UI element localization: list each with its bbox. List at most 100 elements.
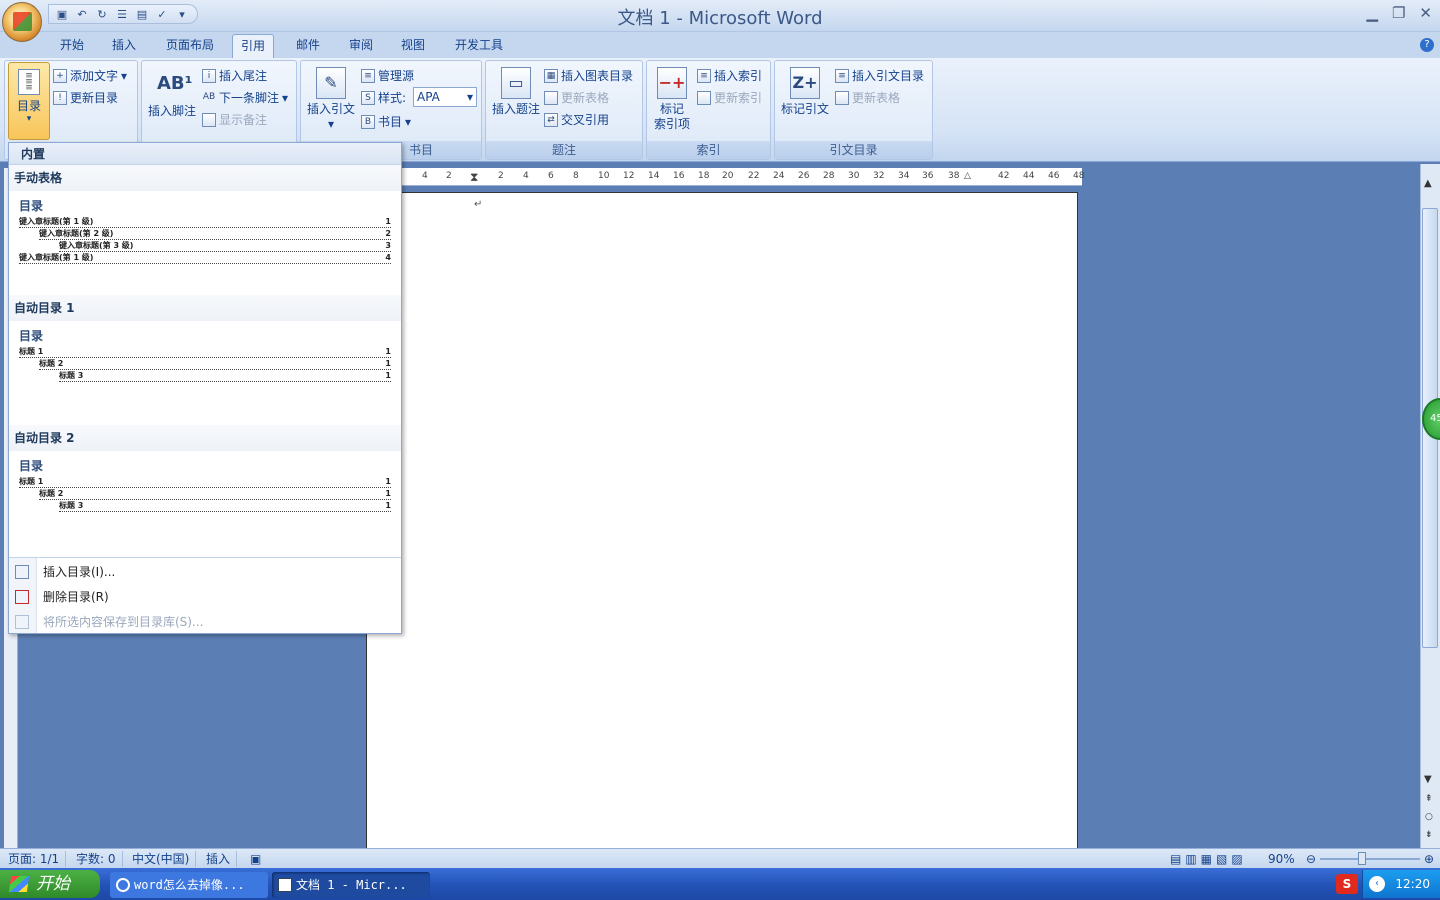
update-toa-button[interactable]: 更新表格 <box>835 89 900 106</box>
windows-logo-icon <box>8 876 30 892</box>
add-text-button[interactable]: + 添加文字 ▾ <box>53 67 127 84</box>
chevron-down-icon: ▾ <box>466 90 473 104</box>
tab-view[interactable]: 视图 <box>393 34 433 58</box>
insert-endnote-button[interactable]: i 插入尾注 <box>202 67 267 84</box>
right-indent-marker-icon[interactable]: △ <box>964 171 971 181</box>
restore-icon[interactable]: ❐ <box>1392 4 1405 22</box>
browser-icon <box>116 878 130 892</box>
close-icon[interactable]: ✕ <box>1419 4 1432 22</box>
office-button[interactable] <box>2 2 42 42</box>
bibliography-icon: B <box>361 114 375 129</box>
cross-reference-icon: ⇄ <box>544 112 558 127</box>
manage-sources-button[interactable]: ≡ 管理源 <box>361 67 414 84</box>
input-method-icon[interactable]: S <box>1336 874 1358 894</box>
remove-toc-icon <box>15 590 29 604</box>
scroll-down-icon[interactable]: ▼ <box>1424 774 1432 785</box>
save-selection-command[interactable]: 将所选内容保存到目录库(S)... <box>43 613 203 630</box>
ruler-tick: 14 <box>648 171 660 181</box>
status-words[interactable]: 字数: 0 <box>70 851 123 867</box>
tab-review[interactable]: 审阅 <box>341 34 381 58</box>
toc-preview-line: 键入章标题(第 1 级) 1 <box>19 217 391 228</box>
insert-footnote-button[interactable]: AB¹ 插入脚注 <box>146 69 198 119</box>
ribbon-tabs: 开始 插入 页面布局 引用 邮件 审阅 视图 开发工具 ? <box>0 32 1440 58</box>
next-page-icon[interactable]: ⇟ <box>1425 830 1433 840</box>
status-language[interactable]: 中文(中国) <box>126 851 197 867</box>
style-select[interactable]: APA ▾ <box>413 87 477 107</box>
insert-toc-command[interactable]: 插入目录(I)... <box>43 563 115 580</box>
toc-preview-title: 目录 <box>19 199 44 213</box>
caption-icon: ▭ <box>501 67 531 99</box>
mark-entry-button[interactable]: −+ 标记 索引项 <box>649 67 695 132</box>
mark-entry-icon: −+ <box>657 67 687 99</box>
tab-developer[interactable]: 开发工具 <box>447 34 511 58</box>
browse-object-icon[interactable]: ○ <box>1425 812 1433 822</box>
insert-index-button[interactable]: ≡ 插入索引 <box>697 67 762 84</box>
taskbar-item-word[interactable]: 文档 1 - Micr... <box>272 872 430 898</box>
prev-page-icon[interactable]: ⇞ <box>1425 794 1433 804</box>
zoom-slider[interactable] <box>1320 858 1420 860</box>
tab-home[interactable]: 开始 <box>52 34 92 58</box>
scroll-up-icon[interactable]: ▲ <box>1424 178 1432 189</box>
zoom-out-icon[interactable]: ⊖ <box>1300 851 1322 867</box>
toc-preview-line: 标题 31 <box>59 371 391 382</box>
update-toc-button[interactable]: ! 更新目录 <box>53 89 118 106</box>
indent-marker-icon[interactable]: ⧗ <box>470 170 478 185</box>
ruler-tick: 20 <box>722 171 734 181</box>
tray-expand-icon[interactable]: ‹ <box>1369 876 1385 892</box>
add-text-icon: + <box>53 68 67 83</box>
mark-citation-button[interactable]: Z+ 标记引文 <box>777 67 833 117</box>
next-footnote-button[interactable]: AB 下一条脚注 ▾ <box>202 89 288 106</box>
remove-toc-command[interactable]: 删除目录(R) <box>43 588 109 605</box>
insert-toa-button[interactable]: ≡ 插入引文目录 <box>835 67 924 84</box>
office-logo-icon <box>13 12 32 31</box>
document-page[interactable] <box>366 192 1078 852</box>
insert-caption-button[interactable]: ▭ 插入题注 <box>490 67 542 117</box>
toc-gallery-item[interactable]: 自动目录 1 目录 标题 1 1 标题 2 1 标题 31 <box>9 295 401 425</box>
status-mode[interactable]: 插入 <box>200 851 238 867</box>
minimize-icon[interactable]: ▁ <box>1366 4 1378 22</box>
bibliography-button[interactable]: B 书目 ▾ <box>361 113 411 130</box>
taskbar-item-browser[interactable]: word怎么去掉像... <box>110 872 268 898</box>
ruler-tick: 6 <box>548 171 554 181</box>
zoom-slider-thumb[interactable] <box>1358 852 1366 865</box>
insert-table-of-figures-button[interactable]: ▦ 插入图表目录 <box>544 67 633 84</box>
update-table-button[interactable]: 更新表格 <box>544 89 609 106</box>
ruler-tick: 36 <box>922 171 934 181</box>
ruler-tick: 2 <box>498 171 504 181</box>
group-captions: ▭ 插入题注 ▦ 插入图表目录 更新表格 ⇄ 交叉引用 题注 <box>485 60 643 160</box>
group-toa: Z+ 标记引文 ≡ 插入引文目录 更新表格 引文目录 <box>774 60 933 160</box>
zoom-in-icon[interactable]: ⊕ <box>1418 851 1440 867</box>
tab-insert[interactable]: 插入 <box>104 34 144 58</box>
insert-toc-icon <box>15 565 29 579</box>
paragraph-mark: ↵ <box>474 199 483 210</box>
ruler-tick: 24 <box>773 171 785 181</box>
macro-record-icon[interactable]: ▣ <box>244 851 267 867</box>
update-index-button[interactable]: 更新索引 <box>697 89 762 106</box>
ruler-tick: 38 <box>948 171 960 181</box>
cross-reference-button[interactable]: ⇄ 交叉引用 <box>544 111 609 128</box>
toc-gallery-dropdown: 内置 手动表格 目录 键入章标题(第 1 级) 1 键入章标题(第 2 级) 2 键入章标题… <box>8 142 402 634</box>
tab-references[interactable]: 引用 <box>232 34 275 58</box>
start-button[interactable]: 开始 <box>0 870 100 898</box>
zoom-level[interactable]: 90% <box>1262 851 1301 867</box>
toc-preview-line: 标题 21 <box>39 359 391 370</box>
tab-mailings[interactable]: 邮件 <box>288 34 328 58</box>
toc-preview-line: 键入章标题(第 2 级) 2 <box>39 229 391 240</box>
toc-gallery-item[interactable]: 手动表格 目录 键入章标题(第 1 级) 1 键入章标题(第 2 级) 2 键入章标题(第 … <box>9 165 401 295</box>
ruler-tick: 48 <box>1073 171 1085 181</box>
toc-gallery-item[interactable]: 自动目录 2 目录 标题 1 1 标题 2 1 标题 31 <box>9 425 401 555</box>
citation-icon: ✎ <box>316 67 346 99</box>
insert-citation-button[interactable]: ✎ 插入引文 ▾ <box>305 67 357 132</box>
show-notes-button[interactable]: 显示备注 <box>202 111 267 128</box>
toc-button[interactable]: ≡ ≡ ≡ 目录 ▾ <box>8 62 50 140</box>
view-buttons[interactable]: ▤▥▦▧▨ <box>1164 851 1253 867</box>
ruler-tick: 16 <box>673 171 685 181</box>
update-toa-icon <box>835 90 849 105</box>
status-page[interactable]: 页面: 1/1 <box>2 851 67 867</box>
toc-gallery-item-title: 手动表格 <box>9 165 401 191</box>
endnote-icon: i <box>202 68 216 83</box>
help-icon[interactable]: ? <box>1420 38 1434 52</box>
system-tray: ‹ 12:20 <box>1362 870 1440 898</box>
tab-page-layout[interactable]: 页面布局 <box>158 34 222 58</box>
horizontal-ruler[interactable]: 4 2 2 4 6 8 10 12 14 16 18 20 22 24 26 28 30 32 34 36 38 42 44… <box>400 168 1085 186</box>
